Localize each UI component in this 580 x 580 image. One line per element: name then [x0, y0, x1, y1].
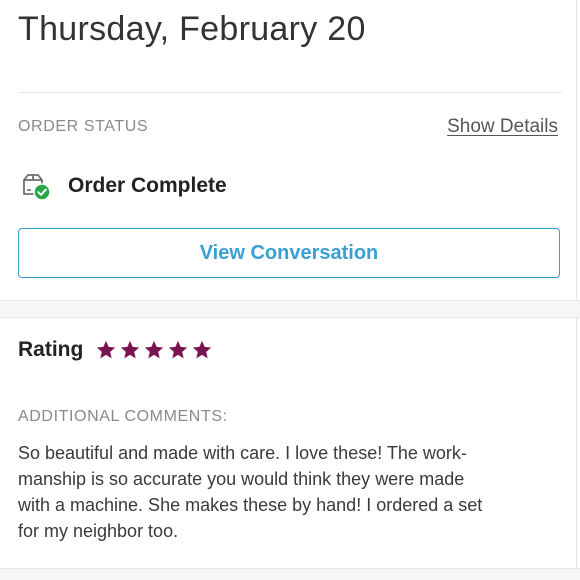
package-check-icon [20, 170, 52, 202]
star-icon [193, 340, 212, 359]
additional-comments-text: So beautiful and made with care. I love … [18, 440, 563, 544]
star-icon [97, 340, 116, 359]
order-card: Thursday, February 20 ORDER STATUS Show … [0, 0, 577, 300]
order-status-row: Order Complete [20, 170, 227, 202]
star-icon [121, 340, 140, 359]
section-separator-bottom [0, 568, 580, 580]
rating-row: Rating [18, 338, 215, 362]
order-status-text: Order Complete [68, 174, 227, 197]
star-icon [145, 340, 164, 359]
order-date-title: Thursday, February 20 [18, 10, 366, 48]
additional-comments-label: ADDITIONAL COMMENTS: [18, 408, 228, 425]
comment-line: with a machine. She makes these by hand!… [18, 495, 483, 515]
star-icon [169, 340, 188, 359]
order-status-label: ORDER STATUS [18, 118, 149, 135]
divider [18, 92, 562, 93]
view-conversation-button[interactable]: View Conversation [18, 228, 560, 278]
comment-line: manship is so accurate you would think t… [18, 469, 465, 489]
section-separator [0, 300, 580, 318]
order-detail-page: Thursday, February 20 ORDER STATUS Show … [0, 0, 580, 580]
rating-stars [95, 339, 215, 361]
review-card: Rating ADDITIONAL COMMENTS: So beautiful… [0, 318, 577, 568]
comment-line: for my neighbor too. [18, 521, 179, 541]
comment-line: So beautiful and made with care. I love … [18, 443, 467, 463]
show-details-link[interactable]: Show Details [447, 116, 558, 138]
rating-label: Rating [18, 338, 84, 361]
